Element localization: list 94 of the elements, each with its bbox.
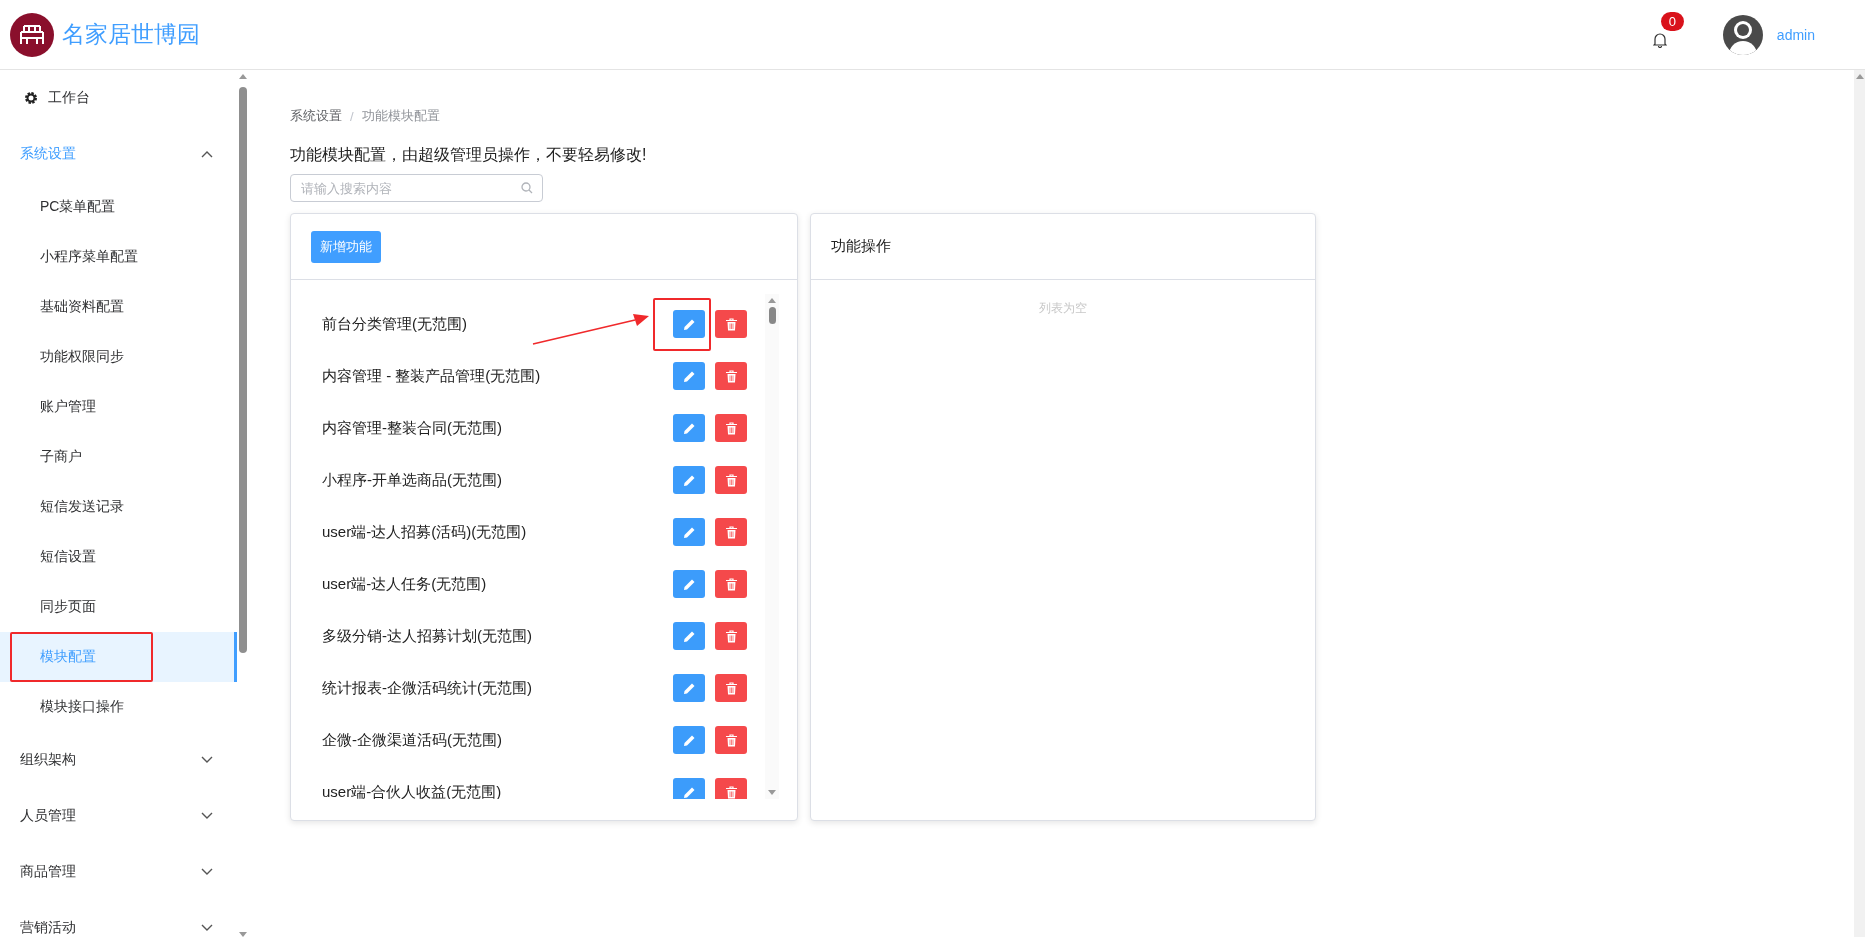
sidebar-subitem[interactable]: 短信设置 xyxy=(0,532,237,582)
delete-button[interactable] xyxy=(715,466,747,494)
pencil-icon xyxy=(682,473,696,487)
pencil-icon xyxy=(682,317,696,331)
chevron-icon xyxy=(201,150,213,158)
function-name: 内容管理-整装合同(无范围) xyxy=(322,418,503,438)
chevron-icon xyxy=(201,756,213,764)
scroll-up-arrow-icon[interactable] xyxy=(238,74,247,79)
bell-icon[interactable] xyxy=(1652,31,1667,48)
scroll-down-arrow-icon[interactable] xyxy=(768,790,776,795)
sidebar-group[interactable]: 营销活动 xyxy=(0,900,237,937)
settings-icon xyxy=(24,91,38,105)
trash-icon xyxy=(725,733,737,747)
function-name: user端-达人招募(活码)(无范围) xyxy=(322,522,528,542)
delete-button[interactable] xyxy=(715,414,747,442)
sidebar-subitem[interactable]: 子商户 xyxy=(0,432,237,482)
search-icon xyxy=(521,182,533,194)
sidebar-subitem[interactable]: 基础资料配置 xyxy=(0,282,237,332)
sidebar-subitem[interactable]: 短信发送记录 xyxy=(0,482,237,532)
delete-button[interactable] xyxy=(715,674,747,702)
edit-button[interactable] xyxy=(673,778,705,799)
scroll-up-arrow-icon[interactable] xyxy=(1855,74,1864,79)
breadcrumb-separator: / xyxy=(350,108,354,124)
delete-button[interactable] xyxy=(715,362,747,390)
search-field[interactable]: 请输入搜索内容 xyxy=(290,174,543,202)
pencil-icon xyxy=(682,733,696,747)
trash-icon xyxy=(725,785,737,799)
edit-button[interactable] xyxy=(673,622,705,650)
trash-icon xyxy=(725,473,737,487)
trash-icon xyxy=(725,577,737,591)
sidebar-subitem[interactable]: 功能权限同步 xyxy=(0,332,237,382)
trash-icon xyxy=(725,317,737,331)
chevron-icon xyxy=(201,812,213,820)
delete-button[interactable] xyxy=(715,622,747,650)
function-name: 企微-企微渠道活码(无范围) xyxy=(322,730,503,750)
delete-button[interactable] xyxy=(715,518,747,546)
edit-button[interactable] xyxy=(673,570,705,598)
delete-button[interactable] xyxy=(715,778,747,799)
edit-button[interactable] xyxy=(673,726,705,754)
delete-button[interactable] xyxy=(715,726,747,754)
sidebar-item[interactable]: 工作台 xyxy=(0,70,237,126)
sidebar-subitem[interactable]: 账户管理 xyxy=(0,382,237,432)
scrollbar-thumb[interactable] xyxy=(238,87,247,653)
function-name: user端-达人任务(无范围) xyxy=(322,574,488,594)
breadcrumb-item[interactable]: 系统设置 xyxy=(290,107,342,125)
chevron-icon xyxy=(201,924,213,932)
function-name: user端-合伙人收益(无范围) xyxy=(322,782,503,799)
sidebar-label: 工作台 xyxy=(48,89,90,107)
edit-button[interactable] xyxy=(673,674,705,702)
trash-icon xyxy=(725,525,737,539)
pencil-icon xyxy=(682,785,696,799)
annotation-frame xyxy=(653,298,711,351)
breadcrumb-item: 功能模块配置 xyxy=(361,107,440,125)
avatar-icon[interactable] xyxy=(1722,14,1763,55)
delete-button[interactable] xyxy=(715,570,747,598)
pencil-icon xyxy=(682,629,696,643)
delete-button[interactable] xyxy=(715,310,747,338)
function-name: 内容管理 - 整装产品管理(无范围) xyxy=(322,366,542,386)
notice-text: 功能模块配置，由超级管理员操作，不要轻易修改! xyxy=(290,145,648,165)
edit-button[interactable] xyxy=(673,310,705,338)
scroll-down-arrow-icon[interactable] xyxy=(238,932,247,937)
pencil-icon xyxy=(682,577,696,591)
trash-icon xyxy=(725,681,737,695)
brand-name: 名家居世博园 xyxy=(62,20,200,49)
page-scrollbar[interactable] xyxy=(1854,70,1865,937)
sidebar-subitem[interactable]: 模块接口操作 xyxy=(0,682,237,732)
scroll-up-arrow-icon[interactable] xyxy=(768,298,776,303)
pencil-icon xyxy=(682,681,696,695)
scrollbar-thumb[interactable] xyxy=(768,307,776,324)
sidebar-subitem[interactable]: PC菜单配置 xyxy=(0,182,237,232)
pencil-icon xyxy=(682,369,696,383)
notification-badge: 0 xyxy=(1660,11,1685,31)
edit-button[interactable] xyxy=(673,414,705,442)
edit-button[interactable] xyxy=(673,362,705,390)
logo-icon xyxy=(10,12,54,57)
trash-icon xyxy=(725,369,737,383)
function-name: 统计报表-企微活码统计(无范围) xyxy=(322,678,533,698)
sidebar-subitem[interactable]: 小程序菜单配置 xyxy=(0,232,237,282)
function-name: 前台分类管理(无范围) xyxy=(322,314,468,334)
function-name: 多级分销-达人招募计划(无范围) xyxy=(322,626,533,646)
edit-button[interactable] xyxy=(673,518,705,546)
pencil-icon xyxy=(682,421,696,435)
chevron-icon xyxy=(201,868,213,876)
list-scrollbar[interactable] xyxy=(765,294,779,799)
pencil-icon xyxy=(682,525,696,539)
edit-button[interactable] xyxy=(673,466,705,494)
panel-title: 功能操作 xyxy=(831,237,891,256)
sidebar-subitem[interactable]: 同步页面 xyxy=(0,582,237,632)
function-name: 小程序-开单选商品(无范围) xyxy=(322,470,503,490)
trash-icon xyxy=(725,629,737,643)
sidebar-group[interactable]: 组织架构 xyxy=(0,732,237,788)
trash-icon xyxy=(725,421,737,435)
sidebar-group[interactable]: 人员管理 xyxy=(0,788,237,844)
sidebar-group[interactable]: 商品管理 xyxy=(0,844,237,900)
